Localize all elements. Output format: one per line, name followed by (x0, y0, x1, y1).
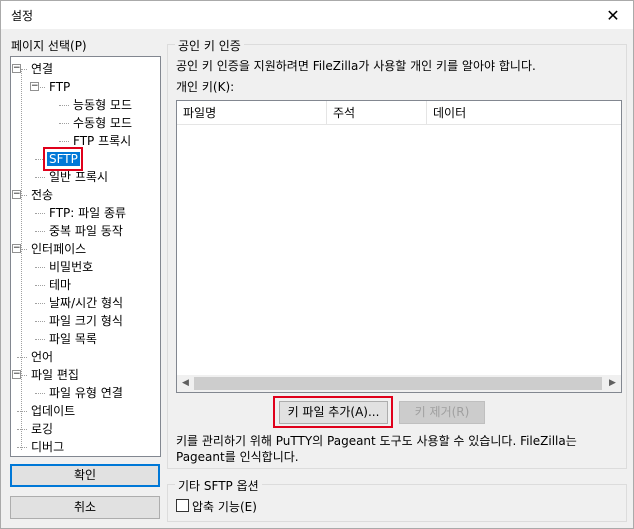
tree-item[interactable]: 파일 유형 연결 (47, 384, 125, 402)
tree-item[interactable]: 연결 (29, 60, 55, 78)
close-icon: ✕ (606, 5, 620, 25)
tree-item-label: 업데이트 (31, 404, 76, 418)
tree-item-label: FTP (49, 80, 71, 94)
tree-connector (59, 105, 69, 106)
column-filename[interactable]: 파일명 (177, 101, 327, 125)
tree-connector (35, 285, 45, 286)
remove-key-button[interactable]: 키 제거(R) (399, 401, 485, 424)
tree-item-label: FTP: 파일 종류 (49, 206, 127, 220)
tree-item-label: 연결 (31, 62, 54, 76)
page-select-label: 페이지 선택(P) (11, 39, 87, 53)
tree-item-label: 테마 (49, 278, 72, 292)
collapse-icon[interactable]: − (12, 244, 21, 253)
tree-item-label: 일반 프록시 (49, 170, 109, 184)
tree-root-line (21, 69, 22, 450)
tree-connector (59, 141, 69, 142)
tree-item[interactable]: FTP: 파일 종류 (47, 204, 128, 222)
tree-item-label: 로깅 (31, 422, 54, 436)
tree-item[interactable]: 날짜/시간 형식 (47, 294, 125, 312)
tree-item-label: 파일 유형 연결 (49, 386, 123, 400)
tree-connector (59, 123, 69, 124)
column-data[interactable]: 데이터 (427, 101, 621, 125)
pageant-note-line2: Pageant를 인식합니다. (176, 450, 299, 464)
tree-item[interactable]: 인터페이스 (29, 240, 88, 258)
scroll-left-icon[interactable]: ◀ (177, 375, 194, 392)
tree-item[interactable]: 일반 프록시 (47, 168, 110, 186)
tree-item[interactable]: 능동형 모드 (71, 96, 134, 114)
title-bar: 설정 ✕ (1, 1, 633, 29)
tree-item-label: 언어 (31, 350, 54, 364)
tree-item[interactable]: 중복 파일 동작 (47, 222, 125, 240)
tree-item-label: 비밀번호 (49, 260, 94, 274)
cancel-button[interactable]: 취소 (10, 496, 160, 519)
pubkey-description: 공인 키 인증을 지원하려면 FileZilla가 사용할 개인 키를 알아야 … (176, 59, 536, 73)
tree-connector (35, 213, 45, 214)
scroll-thumb[interactable] (194, 377, 602, 390)
tree-item[interactable]: FTP (47, 78, 72, 96)
horizontal-scrollbar[interactable]: ◀ ▶ (177, 375, 621, 392)
collapse-icon[interactable]: − (12, 190, 21, 199)
tree-item-label: 디버그 (31, 440, 65, 454)
tree-connector (17, 357, 27, 358)
tree-connector (35, 231, 45, 232)
tree-connector (35, 393, 45, 394)
column-comment[interactable]: 주석 (327, 101, 427, 125)
collapse-icon[interactable]: − (12, 370, 21, 379)
tree-item-label: 중복 파일 동작 (49, 224, 123, 238)
tree-item[interactable]: 업데이트 (29, 402, 77, 420)
pageant-note-line1: 키를 관리하기 위해 PuTTY의 Pageant 도구도 사용할 수 있습니다… (176, 434, 577, 448)
tree-connector (35, 303, 45, 304)
tree-item-label: 파일 목록 (49, 332, 97, 346)
private-key-list[interactable]: 파일명 주석 데이터 ◀ ▶ (176, 100, 622, 393)
tree-item-label: 능동형 모드 (73, 98, 133, 112)
page-tree[interactable]: 연결 − FTP − 능동형 모드 수동형 모드 FTP 프록시 SFTP 일반 프록시 전송 − F… (10, 56, 161, 457)
tree-item-label: 수동형 모드 (73, 116, 133, 130)
tree-connector (17, 411, 27, 412)
tree-item[interactable]: 언어 (29, 348, 55, 366)
tree-item[interactable]: 파일 목록 (47, 330, 99, 348)
list-header: 파일명 주석 데이터 (177, 101, 621, 125)
tree-item-label: 전송 (31, 188, 54, 202)
tree-connector (17, 429, 27, 430)
compression-label[interactable]: 압축 기능(E) (192, 498, 257, 515)
tree-item-label: 파일 크기 형식 (49, 314, 123, 328)
tree-item[interactable]: 파일 편집 (29, 366, 81, 384)
tree-item[interactable]: 테마 (47, 276, 73, 294)
other-options-title: 기타 SFTP 옵션 (175, 477, 262, 494)
tree-connector (35, 321, 45, 322)
tree-item-label: 날짜/시간 형식 (49, 296, 124, 310)
tree-item[interactable]: 파일 크기 형식 (47, 312, 125, 330)
collapse-icon[interactable]: − (30, 82, 39, 91)
tree-item[interactable]: 전송 (29, 186, 55, 204)
settings-dialog: 설정 ✕ 페이지 선택(P) 연결 − FTP − 능동형 모드수동형 모드 FTP 프록… (0, 0, 634, 529)
tree-item[interactable]: 디버그 (29, 438, 66, 456)
scroll-right-icon[interactable]: ▶ (604, 375, 621, 392)
window-title: 설정 (11, 9, 34, 23)
tree-item[interactable]: 수동형 모드 (71, 114, 134, 132)
tree-item[interactable]: 로깅 (29, 420, 55, 438)
tree-item-label: 파일 편집 (31, 368, 79, 382)
pubkey-group-title: 공인 키 인증 (175, 37, 244, 54)
tree-connector (35, 177, 45, 178)
tree-item-label: FTP 프록시 (73, 134, 132, 148)
tree-connector (17, 447, 27, 448)
tree-item-label: 인터페이스 (31, 242, 87, 256)
collapse-icon[interactable]: − (12, 64, 21, 73)
tree-connector (35, 267, 45, 268)
private-key-label: 개인 키(K): (176, 80, 235, 94)
compression-checkbox[interactable] (176, 499, 189, 512)
close-button[interactable]: ✕ (593, 1, 633, 29)
tree-connector (35, 339, 45, 340)
highlight-add-button (273, 396, 393, 428)
ok-button[interactable]: 확인 (10, 464, 160, 487)
tree-item[interactable]: 비밀번호 (47, 258, 95, 276)
